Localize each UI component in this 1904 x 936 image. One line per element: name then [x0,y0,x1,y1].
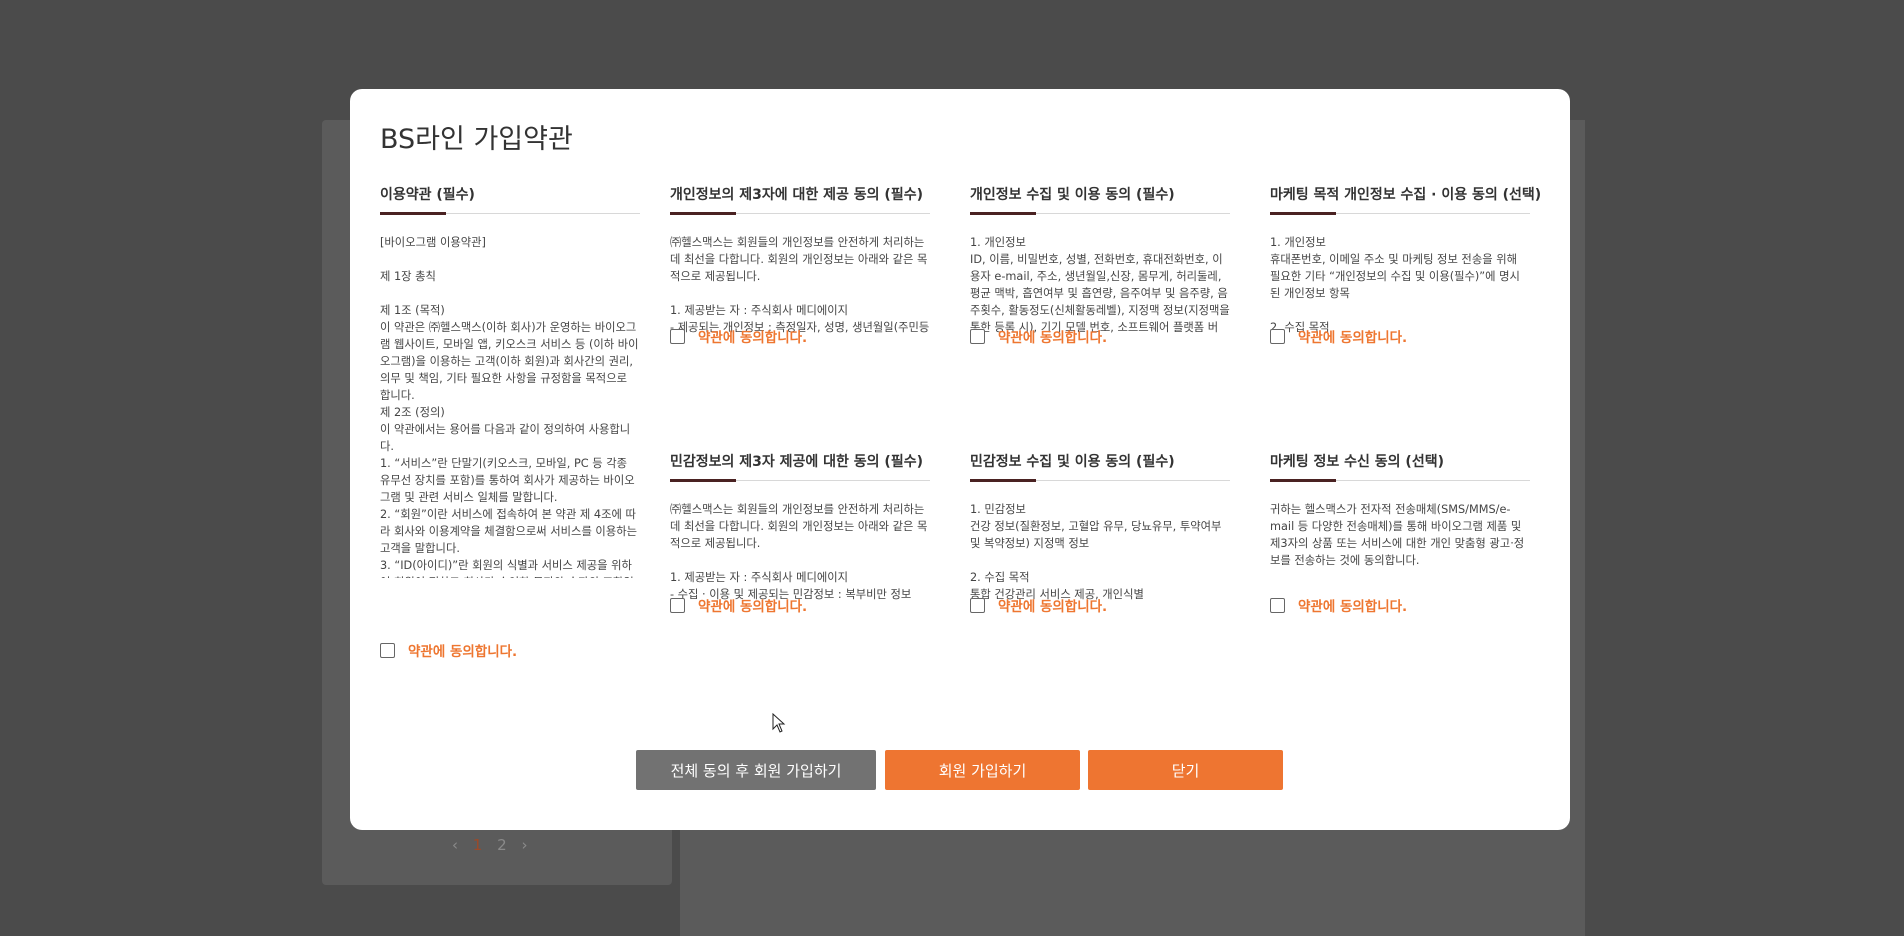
agree-label[interactable]: 약관에 동의합니다. [998,326,1107,346]
checkbox-box[interactable] [1270,328,1285,344]
term-personal-collection: 개인정보 수집 및 이용 동의 (필수) 1. 개인정보 ID, 이름, 비밀번… [970,185,1230,346]
agree-checkbox-marketing-receive[interactable]: 약관에 동의합니다. [1270,595,1407,615]
term-title: 민감정보의 제3자 제공에 대한 동의 (필수) [670,452,930,482]
agree-label[interactable]: 약관에 동의합니다. [698,326,807,346]
agree-label[interactable]: 약관에 동의합니다. [1298,326,1407,346]
agree-label[interactable]: 약관에 동의합니다. [1298,595,1407,615]
term-body[interactable]: [바이오그램 이용약관] 제 1장 총칙 제 1조 (목적) 이 약관은 ㈜헬스… [380,234,640,578]
term-title: 이용약관 (필수) [380,185,640,215]
term-title: 민감정보 수집 및 이용 동의 (필수) [970,452,1230,482]
term-body[interactable]: ㈜헬스맥스는 회원들의 개인정보를 안전하게 처리하는데 최선을 다합니다. 회… [670,234,930,336]
join-button[interactable]: 회원 가입하기 [885,750,1080,790]
term-title: 개인정보의 제3자에 대한 제공 동의 (필수) [670,185,930,215]
checkbox-box[interactable] [380,642,395,658]
terms-modal: BS라인 가입약관 이용약관 (필수) [바이오그램 이용약관] 제 1장 총칙… [350,89,1570,830]
term-body[interactable]: 1. 개인정보 휴대폰번호, 이메일 주소 및 마케팅 정보 전송을 위해 필요… [1270,234,1530,336]
term-marketing-receive: 마케팅 정보 수신 동의 (선택) 귀하는 헬스맥스가 전자적 전송매체(SMS… [1270,452,1530,615]
agree-checkbox-third-party-sensitive[interactable]: 약관에 동의합니다. [670,595,807,615]
background-pager: ‹ 1 2 › [452,836,537,854]
agree-label[interactable]: 약관에 동의합니다. [698,595,807,615]
checkbox-box[interactable] [1270,597,1285,613]
agree-label[interactable]: 약관에 동의합니다. [998,595,1107,615]
term-body[interactable]: 1. 민감정보 건강 정보(질환정보, 고혈압 유무, 당뇨유무, 투약여부 및… [970,501,1230,603]
term-body[interactable]: 1. 개인정보 ID, 이름, 비밀번호, 성별, 전화번호, 휴대전화번호, … [970,234,1230,336]
agree-all-join-button[interactable]: 전체 동의 후 회원 가입하기 [636,750,876,790]
term-third-party-personal: 개인정보의 제3자에 대한 제공 동의 (필수) ㈜헬스맥스는 회원들의 개인정… [670,185,930,346]
term-body[interactable]: 귀하는 헬스맥스가 전자적 전송매체(SMS/MMS/e-mail 등 다양한 … [1270,501,1530,603]
agree-checkbox-service[interactable]: 약관에 동의합니다. [380,640,517,660]
term-marketing-collection: 마케팅 목적 개인정보 수집 · 이용 동의 (선택) 1. 개인정보 휴대폰번… [1270,185,1541,346]
checkbox-box[interactable] [970,597,985,613]
term-third-party-sensitive: 민감정보의 제3자 제공에 대한 동의 (필수) ㈜헬스맥스는 회원들의 개인정… [670,452,930,615]
close-button[interactable]: 닫기 [1088,750,1283,790]
agree-checkbox-sensitive-collection[interactable]: 약관에 동의합니다. [970,595,1107,615]
term-title: 마케팅 정보 수신 동의 (선택) [1270,452,1530,482]
checkbox-box[interactable] [670,597,685,613]
agree-checkbox-personal-collection[interactable]: 약관에 동의합니다. [970,326,1107,346]
term-title: 개인정보 수집 및 이용 동의 (필수) [970,185,1230,215]
term-service: 이용약관 (필수) [바이오그램 이용약관] 제 1장 총칙 제 1조 (목적)… [380,185,640,660]
term-sensitive-collection: 민감정보 수집 및 이용 동의 (필수) 1. 민감정보 건강 정보(질환정보,… [970,452,1230,615]
term-body[interactable]: ㈜헬스맥스는 회원들의 개인정보를 안전하게 처리하는데 최선을 다합니다. 회… [670,501,930,603]
mouse-cursor-icon [772,713,786,733]
checkbox-box[interactable] [970,328,985,344]
pager-prev: ‹ [452,836,458,854]
pager-page-1: 1 [472,836,483,854]
agree-checkbox-marketing-collection[interactable]: 약관에 동의합니다. [1270,326,1407,346]
term-title: 마케팅 목적 개인정보 수집 · 이용 동의 (선택) [1270,185,1541,215]
agree-checkbox-third-party-personal[interactable]: 약관에 동의합니다. [670,326,807,346]
pager-page-2: 2 [497,836,507,854]
modal-title: BS라인 가입약관 [380,124,573,155]
agree-label[interactable]: 약관에 동의합니다. [408,640,517,660]
pager-next: › [521,836,528,854]
checkbox-box[interactable] [670,328,685,344]
